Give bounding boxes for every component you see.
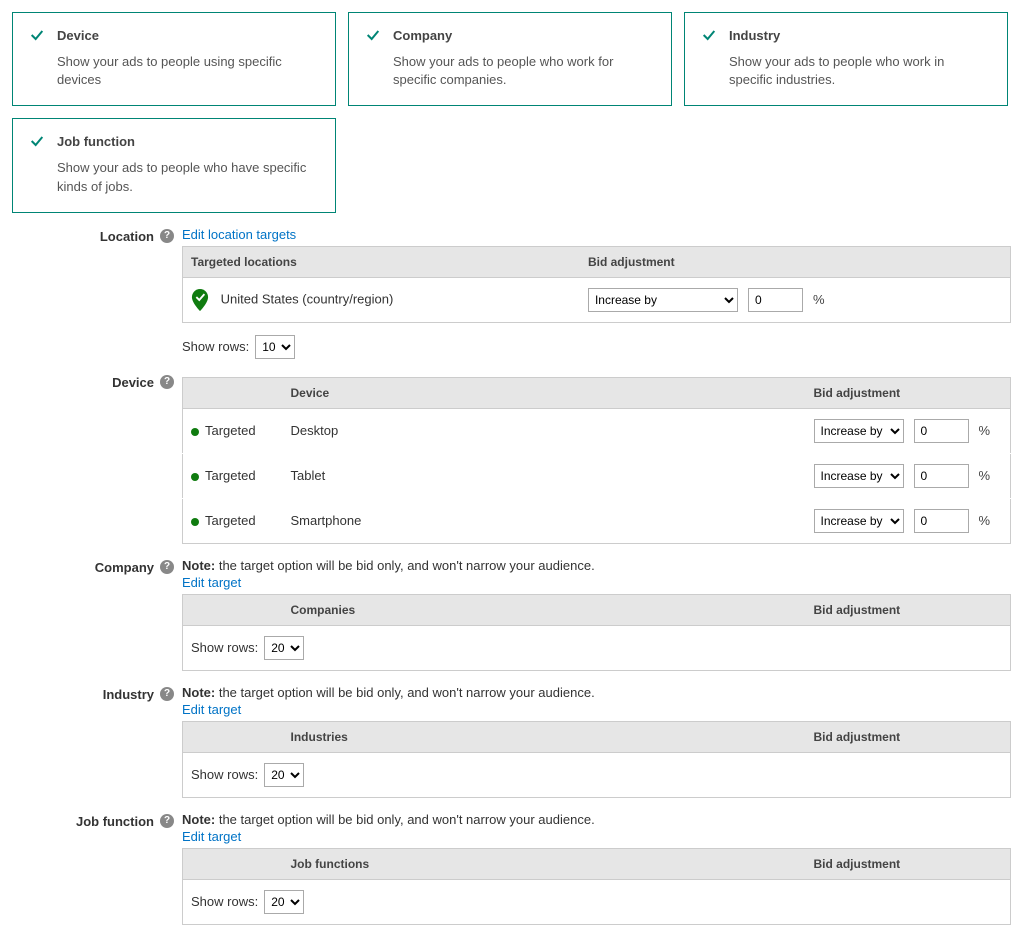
col-status (183, 594, 283, 625)
table-row: Targeted Tablet Increase by % (183, 453, 1011, 498)
help-icon[interactable]: ? (160, 375, 174, 389)
device-name: Smartphone (283, 498, 806, 543)
note-text: Note: the target option will be bid only… (182, 812, 1011, 827)
bid-op-select[interactable]: Increase by (588, 288, 738, 312)
section-title: Device (112, 375, 154, 390)
col-status (183, 721, 283, 752)
status-text: Targeted (205, 513, 256, 528)
col-bid-adjustment: Bid adjustment (806, 594, 1011, 625)
col-companies: Companies (283, 594, 806, 625)
bid-op-select[interactable]: Increase by (814, 419, 904, 443)
industry-table: Industries Bid adjustment (182, 721, 1011, 753)
show-rows-select[interactable]: 20 (264, 636, 304, 660)
show-rows-label: Show rows: (182, 339, 249, 354)
card-desc: Show your ads to people who have specifi… (29, 159, 319, 195)
show-rows-select[interactable]: 20 (264, 763, 304, 787)
bid-value-input[interactable] (914, 464, 969, 488)
check-icon (29, 27, 45, 43)
company-table: Companies Bid adjustment (182, 594, 1011, 626)
target-cards: Device Show your ads to people using spe… (12, 12, 1011, 213)
section-title: Location (100, 229, 154, 244)
card-company[interactable]: Company Show your ads to people who work… (348, 12, 672, 106)
col-bid-adjustment: Bid adjustment (806, 721, 1011, 752)
col-bid-adjustment: Bid adjustment (806, 377, 1011, 408)
col-targeted-locations: Targeted locations (183, 246, 580, 277)
edit-target-link[interactable]: Edit target (182, 575, 241, 590)
section-job-function: Job function ? Note: the target option w… (12, 812, 1011, 925)
edit-target-link[interactable]: Edit target (182, 829, 241, 844)
show-rows-label: Show rows: (191, 894, 258, 909)
card-desc: Show your ads to people using specific d… (29, 53, 319, 89)
percent-label: % (979, 513, 991, 528)
help-icon[interactable]: ? (160, 229, 174, 243)
percent-label: % (813, 292, 825, 307)
location-table: Targeted locations Bid adjustment United… (182, 246, 1011, 323)
device-name: Desktop (283, 408, 806, 453)
bid-op-select[interactable]: Increase by (814, 464, 904, 488)
table-row: United States (country/region) Increase … (183, 277, 1011, 322)
section-title: Industry (103, 687, 154, 702)
check-icon (365, 27, 381, 43)
bid-value-input[interactable] (914, 419, 969, 443)
col-status (183, 848, 283, 879)
percent-label: % (979, 423, 991, 438)
card-desc: Show your ads to people who work in spec… (701, 53, 991, 89)
help-icon[interactable]: ? (160, 687, 174, 701)
section-location: Location ? Edit location targets Targete… (12, 227, 1011, 359)
table-row: Targeted Smartphone Increase by % (183, 498, 1011, 543)
show-rows-select[interactable]: 20 (264, 890, 304, 914)
bid-op-select[interactable]: Increase by (814, 509, 904, 533)
status-text: Targeted (205, 468, 256, 483)
card-title: Job function (57, 134, 135, 149)
card-title: Company (393, 28, 452, 43)
check-icon (701, 27, 717, 43)
section-industry: Industry ? Note: the target option will … (12, 685, 1011, 798)
edit-target-link[interactable]: Edit target (182, 702, 241, 717)
status-text: Targeted (205, 423, 256, 438)
job-function-table: Job functions Bid adjustment (182, 848, 1011, 880)
show-rows-label: Show rows: (191, 640, 258, 655)
bid-value-input[interactable] (914, 509, 969, 533)
location-name: United States (country/region) (221, 291, 394, 306)
device-name: Tablet (283, 453, 806, 498)
card-title: Industry (729, 28, 780, 43)
section-title: Job function (76, 814, 154, 829)
note-text: Note: the target option will be bid only… (182, 685, 1011, 700)
card-title: Device (57, 28, 99, 43)
location-pin-icon (191, 289, 209, 311)
col-industries: Industries (283, 721, 806, 752)
device-table: Device Bid adjustment Targeted Desktop I… (182, 377, 1011, 544)
card-device[interactable]: Device Show your ads to people using spe… (12, 12, 336, 106)
col-bid-adjustment: Bid adjustment (580, 246, 1011, 277)
status-dot-icon (191, 428, 199, 436)
help-icon[interactable]: ? (160, 560, 174, 574)
status-dot-icon (191, 473, 199, 481)
section-company: Company ? Note: the target option will b… (12, 558, 1011, 671)
section-device: Device ? Device Bid adjustment Targeted … (12, 373, 1011, 544)
col-job-functions: Job functions (283, 848, 806, 879)
col-bid-adjustment: Bid adjustment (806, 848, 1011, 879)
note-text: Note: the target option will be bid only… (182, 558, 1011, 573)
card-desc: Show your ads to people who work for spe… (365, 53, 655, 89)
bid-value-input[interactable] (748, 288, 803, 312)
col-status (183, 377, 283, 408)
col-device: Device (283, 377, 806, 408)
percent-label: % (979, 468, 991, 483)
show-rows-select[interactable]: 10 (255, 335, 295, 359)
card-industry[interactable]: Industry Show your ads to people who wor… (684, 12, 1008, 106)
card-job-function[interactable]: Job function Show your ads to people who… (12, 118, 336, 212)
edit-location-link[interactable]: Edit location targets (182, 227, 296, 242)
section-title: Company (95, 560, 154, 575)
status-dot-icon (191, 518, 199, 526)
check-icon (29, 133, 45, 149)
show-rows-label: Show rows: (191, 767, 258, 782)
table-row: Targeted Desktop Increase by % (183, 408, 1011, 453)
